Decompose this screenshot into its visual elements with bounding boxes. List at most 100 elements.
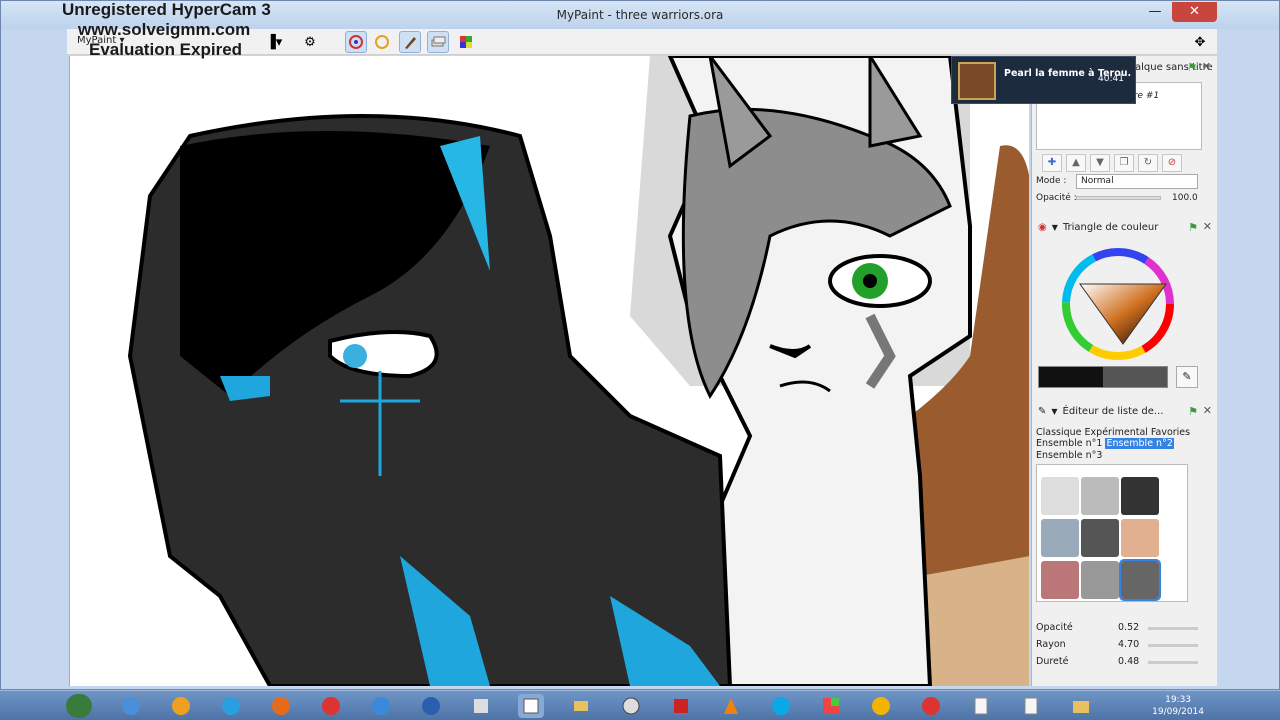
minimize-button[interactable]: — <box>1143 2 1167 22</box>
brush-radius-value: 4.70 <box>1118 639 1140 650</box>
notification-avatar <box>958 62 996 100</box>
merge-layer-icon[interactable]: ↻ <box>1138 154 1158 172</box>
move-view-icon[interactable]: ✥ <box>1189 31 1211 53</box>
watermark-line-3: Evaluation Expired <box>89 40 243 59</box>
brush-set-row: Ensemble n°1 Ensemble n°2 <box>1036 438 1174 449</box>
brush-header: ✎ ▼ Éditeur de liste de... ⚑ ✕ <box>1032 400 1218 422</box>
move-layer-up-icon[interactable]: ▲ <box>1066 154 1086 172</box>
color-triangle-icon: ◉ <box>1038 221 1047 233</box>
brush-opacity-value: 0.52 <box>1118 622 1140 633</box>
app-icon[interactable] <box>218 694 244 718</box>
app-icon[interactable] <box>168 694 194 718</box>
drawing-canvas[interactable] <box>69 56 1029 686</box>
delete-layer-icon[interactable]: ⊘ <box>1162 154 1182 172</box>
white-cat-pupil <box>863 274 877 288</box>
brush-opacity-row: Opacité 0.52 <box>1036 622 1206 633</box>
skype-icon[interactable] <box>768 694 794 718</box>
close-button[interactable]: ✕ <box>1172 2 1217 22</box>
palette-icon[interactable] <box>455 31 477 53</box>
color-title: Triangle de couleur <box>1062 221 1159 233</box>
brown-cat-belly <box>920 556 1029 686</box>
pin-icon[interactable]: ⚑ <box>1188 405 1198 418</box>
app-icon[interactable] <box>568 694 594 718</box>
layer-tools: ✚ ▲ ▼ ❐ ↻ ⊘ <box>1036 152 1202 174</box>
brush-item-selected[interactable] <box>1119 559 1161 601</box>
add-layer-icon[interactable]: ✚ <box>1042 154 1062 172</box>
brush-item[interactable] <box>1121 519 1159 557</box>
right-panel: Calque sans titre ⚑ ✕ 👁 ■ Calque sans ti… <box>1031 56 1217 686</box>
brush-item[interactable] <box>1121 477 1159 515</box>
artwork <box>127 56 1029 686</box>
layer-opacity-slider[interactable] <box>1076 196 1161 200</box>
mypaint-task-icon[interactable] <box>518 694 544 718</box>
settings-gear-icon[interactable]: ⚙ <box>299 31 321 53</box>
app-icon[interactable] <box>868 694 894 718</box>
brush-radius-label: Rayon <box>1036 639 1066 650</box>
watermark-line-1: Unregistered HyperCam 3 <box>62 0 271 19</box>
brush-editor-icon[interactable] <box>399 31 421 53</box>
brush-hardness-value: 0.48 <box>1118 656 1140 667</box>
app-icon[interactable] <box>368 694 394 718</box>
app-icon[interactable] <box>468 694 494 718</box>
current-color-swatch[interactable] <box>1038 366 1168 388</box>
app-window: MyPaint - three warriors.ora — ☐ ✕ MyPai… <box>0 0 1280 690</box>
brush-title: Éditeur de liste de... <box>1062 405 1164 417</box>
brush-groups[interactable]: Classique Expérimental Favories <box>1036 427 1190 438</box>
set-1[interactable]: Ensemble n°1 <box>1036 438 1102 449</box>
brush-radius-row: Rayon 4.70 <box>1036 639 1206 650</box>
chevron-down-icon[interactable]: ▼ <box>1051 407 1057 416</box>
file-icon[interactable] <box>1018 694 1044 718</box>
eyedropper-icon[interactable]: ✎ <box>1176 366 1198 388</box>
brush-item[interactable] <box>1081 477 1119 515</box>
color-section: ◉ ▼ Triangle de couleur ⚑ ✕ ✎ <box>1032 216 1218 388</box>
app-icon[interactable] <box>918 694 944 718</box>
close-panel-icon[interactable]: ✕ <box>1203 220 1212 233</box>
app-icon[interactable] <box>318 694 344 718</box>
start-button-icon[interactable] <box>66 694 92 718</box>
color-sampler-icon[interactable] <box>345 31 367 53</box>
set-2[interactable]: Ensemble n°2 <box>1105 438 1174 449</box>
clock-date: 19/09/2014 <box>1152 707 1204 717</box>
color-wheel[interactable] <box>1058 244 1178 364</box>
duplicate-layer-icon[interactable]: ❐ <box>1114 154 1134 172</box>
mode-select[interactable]: Normal <box>1076 174 1198 189</box>
brush-hardness-label: Dureté <box>1036 656 1069 667</box>
brush-item[interactable] <box>1041 519 1079 557</box>
brush-section: ✎ ▼ Éditeur de liste de... ⚑ ✕ Classique… <box>1032 400 1218 667</box>
app-icon[interactable] <box>118 694 144 718</box>
brush-hardness-slider[interactable] <box>1148 661 1198 664</box>
move-layer-down-icon[interactable]: ▼ <box>1090 154 1110 172</box>
watermark-line-2: www.solveigmm.com <box>78 20 251 39</box>
layer-opacity-value: 100.0 <box>1172 193 1198 203</box>
pin-icon[interactable]: ⚑ <box>1187 61 1197 74</box>
taskbar-clock[interactable]: 19:33 19/09/2014 <box>1152 694 1204 718</box>
brush-item[interactable] <box>1041 477 1079 515</box>
pdf-icon[interactable] <box>668 694 694 718</box>
taskbar: 19:33 19/09/2014 <box>0 690 1280 720</box>
brush-item[interactable] <box>1041 561 1079 599</box>
brush-item[interactable] <box>1081 519 1119 557</box>
black-cat-iris <box>343 344 367 368</box>
brush-grid <box>1036 464 1188 602</box>
file-icon[interactable] <box>968 694 994 718</box>
app-icon[interactable] <box>418 694 444 718</box>
set-3[interactable]: Ensemble n°3 <box>1036 450 1102 461</box>
folder-icon[interactable] <box>1068 694 1094 718</box>
close-panel-icon[interactable]: ✕ <box>1203 404 1212 417</box>
mode-label: Mode : <box>1036 176 1067 186</box>
pin-icon[interactable]: ⚑ <box>1188 221 1198 234</box>
notification-time: 40:41 <box>1098 74 1124 84</box>
brush-radius-slider[interactable] <box>1148 644 1198 647</box>
app-icon[interactable] <box>618 694 644 718</box>
brush-item[interactable] <box>1081 561 1119 599</box>
vlc-icon[interactable] <box>718 694 744 718</box>
app-icon[interactable] <box>818 694 844 718</box>
chevron-down-icon[interactable]: ▼ <box>1052 223 1058 232</box>
brush-icon: ✎ <box>1038 405 1047 417</box>
close-panel-icon[interactable]: ✕ <box>1202 60 1211 73</box>
color-ring-icon[interactable] <box>371 31 393 53</box>
layers-icon[interactable] <box>427 31 449 53</box>
notification-toast[interactable]: Pearl la femme à Terou. 40:41 <box>951 56 1136 104</box>
brush-opacity-slider[interactable] <box>1148 627 1198 630</box>
firefox-icon[interactable] <box>268 694 294 718</box>
